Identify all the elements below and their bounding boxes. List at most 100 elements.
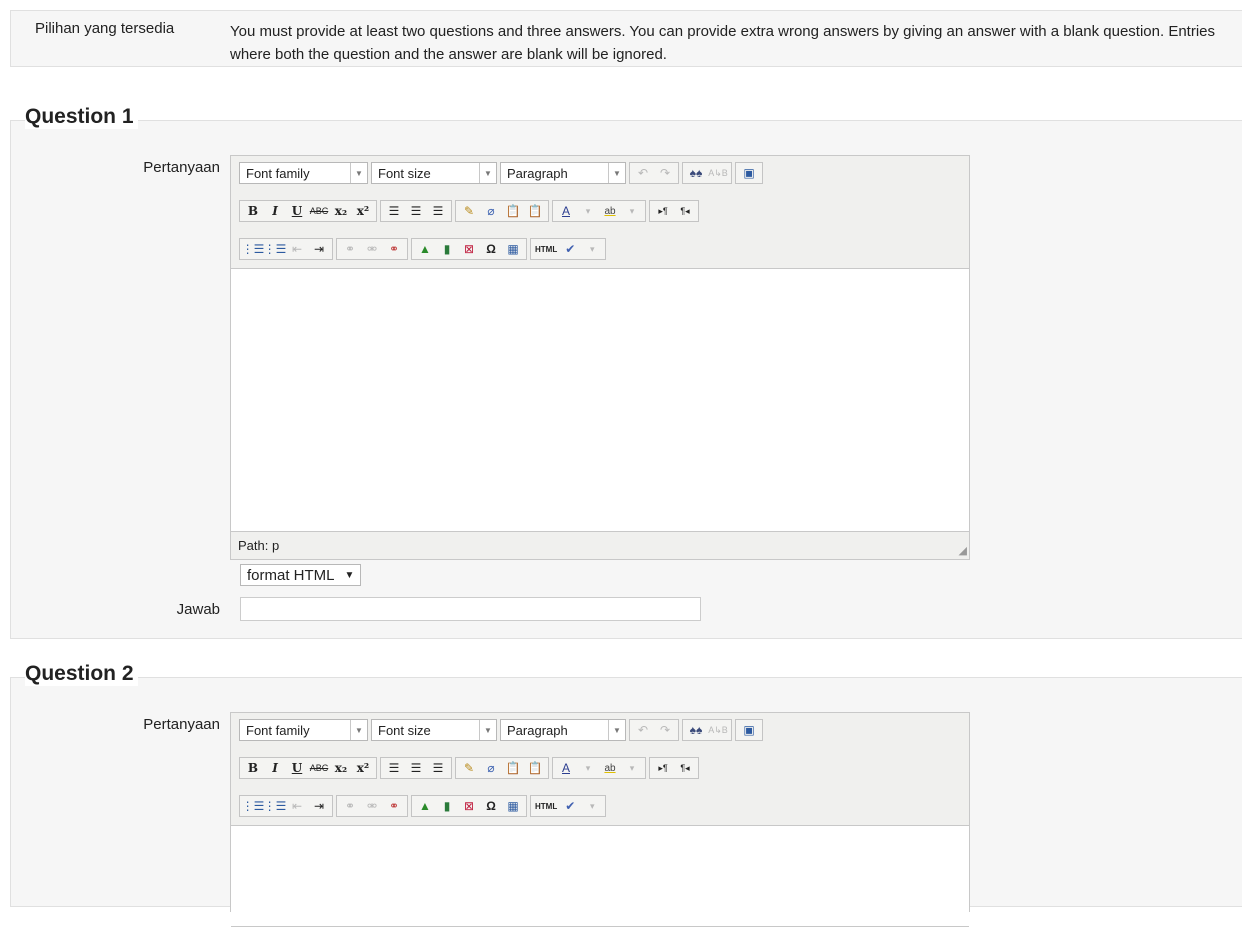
undo-icon[interactable]: ↶ bbox=[632, 163, 654, 183]
rtl-icon[interactable]: ¶◂ bbox=[674, 758, 696, 778]
chevron-down-icon: ▼ bbox=[350, 163, 367, 183]
strikethrough-icon[interactable]: ABC bbox=[308, 758, 330, 778]
bullet-list-icon[interactable]: ⋮☰ bbox=[242, 239, 265, 259]
chevron-down-icon: ▼ bbox=[608, 720, 625, 740]
replace-icon[interactable]: A↳B bbox=[707, 163, 729, 183]
highlight-icon[interactable]: ab bbox=[599, 201, 621, 221]
link-icon[interactable]: ⚭ bbox=[339, 239, 361, 259]
chevron-down-icon[interactable]: ▾ bbox=[621, 758, 643, 778]
insert-table-icon[interactable]: ▦ bbox=[502, 239, 524, 259]
chevron-down-icon[interactable]: ▾ bbox=[577, 201, 599, 221]
font-family-select[interactable]: Font family ▼ bbox=[239, 162, 368, 184]
chevron-down-icon[interactable]: ▾ bbox=[577, 758, 599, 778]
insert-table-icon[interactable]: ▦ bbox=[502, 796, 524, 816]
html-source-icon[interactable]: HTML bbox=[533, 239, 559, 259]
indent-icon[interactable]: ⇥ bbox=[308, 239, 330, 259]
answer-input[interactable] bbox=[240, 597, 701, 621]
numbered-list-icon[interactable]: ⋮☰ bbox=[264, 796, 287, 816]
cleanup-icon[interactable]: ✎ bbox=[458, 758, 480, 778]
moodle-media-icon[interactable]: ⊠ bbox=[458, 796, 480, 816]
image-icon[interactable]: ▲ bbox=[414, 796, 436, 816]
italic-icon[interactable]: I bbox=[264, 201, 286, 221]
anchor-icon[interactable]: ⚭ bbox=[383, 239, 405, 259]
underline-icon[interactable]: U bbox=[286, 758, 308, 778]
text-color-icon[interactable]: A bbox=[555, 201, 577, 221]
font-family-label: Font family bbox=[246, 165, 310, 181]
question-2-text-area[interactable] bbox=[231, 825, 969, 927]
font-size-label: Font size bbox=[378, 722, 431, 738]
format-select-label: format HTML bbox=[247, 566, 335, 584]
eraser-icon[interactable]: ⌀ bbox=[480, 201, 502, 221]
redo-icon[interactable]: ↷ bbox=[654, 163, 676, 183]
spellcheck-icon[interactable]: ✔ bbox=[559, 239, 581, 259]
align-left-icon[interactable]: ☰ bbox=[383, 758, 405, 778]
outdent-icon[interactable]: ⇤ bbox=[286, 796, 308, 816]
paragraph-select[interactable]: Paragraph ▼ bbox=[500, 719, 626, 741]
undo-icon[interactable]: ↶ bbox=[632, 720, 654, 740]
text-color-icon[interactable]: A bbox=[555, 758, 577, 778]
superscript-icon[interactable]: x² bbox=[352, 201, 374, 221]
indent-icon[interactable]: ⇥ bbox=[308, 796, 330, 816]
find-icon[interactable]: ♠♠ bbox=[685, 163, 707, 183]
question-1-legend: Question 1 bbox=[25, 105, 138, 129]
rtl-icon[interactable]: ¶◂ bbox=[674, 201, 696, 221]
chevron-down-icon[interactable]: ▾ bbox=[581, 796, 603, 816]
font-family-select[interactable]: Font family ▼ bbox=[239, 719, 368, 741]
special-char-icon[interactable]: Ω bbox=[480, 796, 502, 816]
unlink-icon[interactable]: ⚮ bbox=[361, 796, 383, 816]
toolbar-row-3: ⋮☰ ⋮☰ ⇤ ⇥ ⚭ ⚮ ⚭ ▲ ▮ ⊠ Ω ▦ HTML ✔ ▾ bbox=[239, 237, 609, 261]
paste-word-icon[interactable]: 📋 bbox=[524, 201, 546, 221]
ltr-icon[interactable]: ▸¶ bbox=[652, 758, 674, 778]
chevron-down-icon[interactable]: ▾ bbox=[621, 201, 643, 221]
anchor-icon[interactable]: ⚭ bbox=[383, 796, 405, 816]
media-icon[interactable]: ▮ bbox=[436, 796, 458, 816]
paragraph-select[interactable]: Paragraph ▼ bbox=[500, 162, 626, 184]
moodle-media-icon[interactable]: ⊠ bbox=[458, 239, 480, 259]
ltr-icon[interactable]: ▸¶ bbox=[652, 201, 674, 221]
highlight-icon[interactable]: ab bbox=[599, 758, 621, 778]
align-center-icon[interactable]: ☰ bbox=[405, 201, 427, 221]
chevron-down-icon: ▼ bbox=[479, 720, 496, 740]
align-right-icon[interactable]: ☰ bbox=[427, 201, 449, 221]
paste-text-icon[interactable]: 📋 bbox=[502, 201, 524, 221]
media-icon[interactable]: ▮ bbox=[436, 239, 458, 259]
image-icon[interactable]: ▲ bbox=[414, 239, 436, 259]
paragraph-label: Paragraph bbox=[507, 165, 568, 181]
link-icon[interactable]: ⚭ bbox=[339, 796, 361, 816]
font-size-select[interactable]: Font size ▼ bbox=[371, 162, 497, 184]
spellcheck-icon[interactable]: ✔ bbox=[559, 796, 581, 816]
paste-word-icon[interactable]: 📋 bbox=[524, 758, 546, 778]
format-select[interactable]: format HTML ▼ bbox=[240, 564, 362, 586]
redo-icon[interactable]: ↷ bbox=[654, 720, 676, 740]
numbered-list-icon[interactable]: ⋮☰ bbox=[264, 239, 287, 259]
resize-grip-icon[interactable]: ◢ bbox=[959, 544, 967, 557]
subscript-icon[interactable]: x₂ bbox=[330, 201, 352, 221]
italic-icon[interactable]: I bbox=[264, 758, 286, 778]
fullscreen-icon[interactable]: ▣ bbox=[738, 720, 760, 740]
paste-text-icon[interactable]: 📋 bbox=[502, 758, 524, 778]
align-right-icon[interactable]: ☰ bbox=[427, 758, 449, 778]
align-left-icon[interactable]: ☰ bbox=[383, 201, 405, 221]
chevron-down-icon[interactable]: ▾ bbox=[581, 239, 603, 259]
unlink-icon[interactable]: ⚮ bbox=[361, 239, 383, 259]
subscript-icon[interactable]: x₂ bbox=[330, 758, 352, 778]
font-size-select[interactable]: Font size ▼ bbox=[371, 719, 497, 741]
superscript-icon[interactable]: x² bbox=[352, 758, 374, 778]
underline-icon[interactable]: U bbox=[286, 201, 308, 221]
available-choices-text: You must provide at least two questions … bbox=[230, 23, 1216, 63]
bold-icon[interactable]: B bbox=[242, 201, 264, 221]
outdent-icon[interactable]: ⇤ bbox=[286, 239, 308, 259]
html-source-icon[interactable]: HTML bbox=[533, 796, 559, 816]
available-choices-row: Pilihan yang tersedia You must provide a… bbox=[10, 10, 1242, 67]
align-center-icon[interactable]: ☰ bbox=[405, 758, 427, 778]
special-char-icon[interactable]: Ω bbox=[480, 239, 502, 259]
find-icon[interactable]: ♠♠ bbox=[685, 720, 707, 740]
bold-icon[interactable]: B bbox=[242, 758, 264, 778]
eraser-icon[interactable]: ⌀ bbox=[480, 758, 502, 778]
bullet-list-icon[interactable]: ⋮☰ bbox=[242, 796, 265, 816]
strikethrough-icon[interactable]: ABC bbox=[308, 201, 330, 221]
cleanup-icon[interactable]: ✎ bbox=[458, 201, 480, 221]
fullscreen-icon[interactable]: ▣ bbox=[738, 163, 760, 183]
replace-icon[interactable]: A↳B bbox=[707, 720, 729, 740]
question-1-text-area[interactable] bbox=[231, 268, 969, 532]
